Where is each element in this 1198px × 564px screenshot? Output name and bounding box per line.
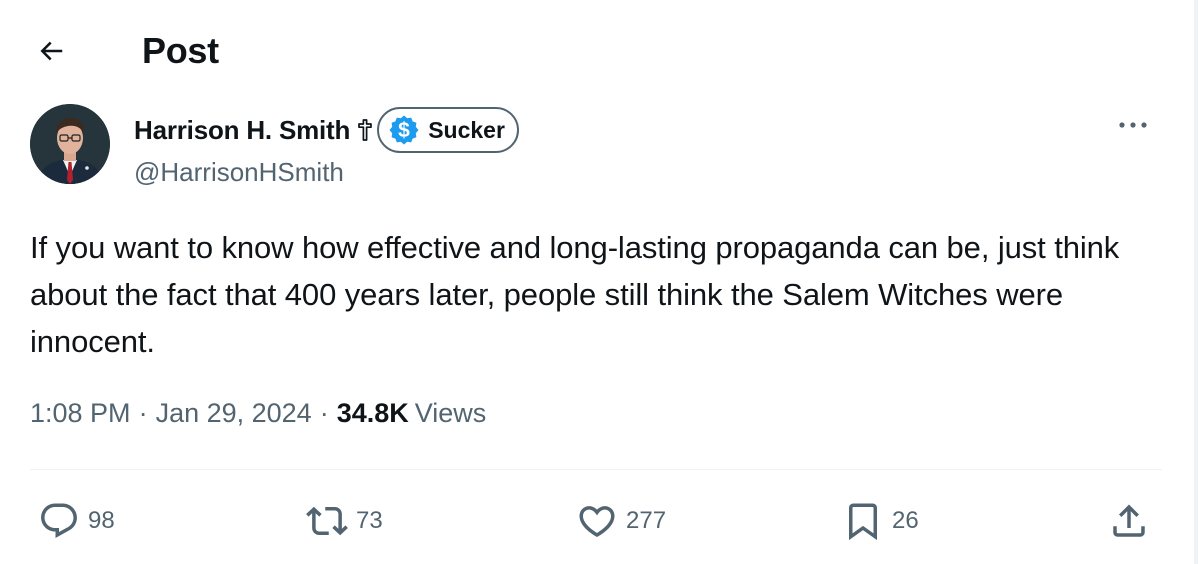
views-count: 34.8K [336,398,409,428]
repost-count: 73 [356,507,383,534]
divider [30,469,1162,470]
author-name-row: Harrison H. Smith $ Sucker [134,107,519,153]
reply-count: 98 [88,507,115,534]
cross-icon [357,119,373,141]
more-options-button[interactable] [1116,108,1150,142]
like-button[interactable]: 277 [576,499,666,543]
meta-separator: · [138,398,148,428]
author-handle[interactable]: @HarrisonHSmith [134,157,344,188]
bookmark-count: 26 [892,507,919,534]
share-button[interactable] [1108,499,1150,543]
bookmark-button[interactable]: 26 [842,499,919,543]
post-header: Post [0,0,1194,100]
like-count: 277 [626,507,667,534]
repost-button[interactable]: 73 [306,499,383,543]
views-label: Views [414,398,487,428]
dollar-sign-icon: $ [388,114,420,146]
reply-icon [38,500,80,542]
tweet-meta: 1:08 PM · Jan 29, 2024 · 34.8K Views [30,398,486,429]
affiliation-badge[interactable]: $ Sucker [377,107,519,153]
more-horizontal-icon [1118,120,1148,130]
svg-text:$: $ [398,119,410,142]
arrow-left-icon [36,36,66,66]
heart-icon [576,500,618,542]
avatar[interactable] [30,104,110,184]
page-title: Post [142,30,219,71]
share-icon [1108,500,1150,542]
author-display-name[interactable]: Harrison H. Smith [134,115,350,146]
post-page: Post Harrison H. Smith $ Sucker @Harriso… [0,0,1198,564]
back-button[interactable] [28,28,74,74]
badge-label: Sucker [428,116,505,143]
bookmark-icon [842,500,884,542]
tweet-text: If you want to know how effective and lo… [30,230,1120,359]
meta-separator: · [319,398,329,428]
repost-icon [306,500,348,542]
tweet-date[interactable]: Jan 29, 2024 [156,398,312,429]
tweet-time[interactable]: 1:08 PM [30,398,131,429]
reply-button[interactable]: 98 [38,499,115,543]
column-border [1194,0,1198,564]
